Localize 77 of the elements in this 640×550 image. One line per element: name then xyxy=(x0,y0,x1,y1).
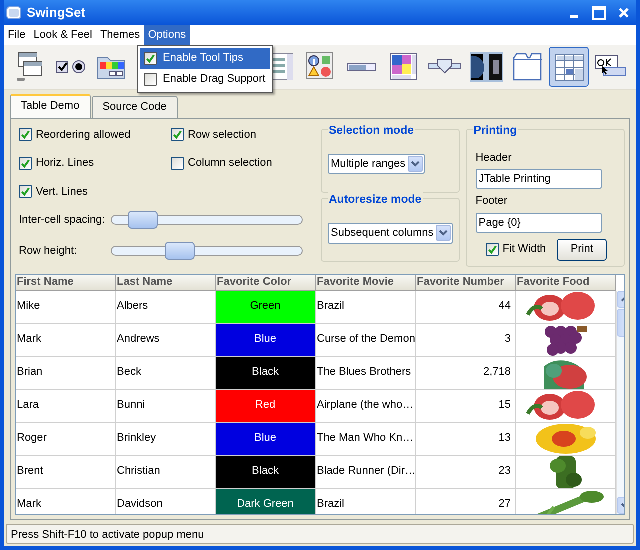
slider-thumb[interactable] xyxy=(128,211,158,230)
table-cell: 27 xyxy=(416,488,516,514)
table-cell: 3 xyxy=(416,324,516,356)
menu-item[interactable]: Themes xyxy=(96,25,144,45)
table-cell: Blade Runner (Dir… xyxy=(316,456,416,488)
tab[interactable]: Table Demo xyxy=(10,94,91,118)
checkbox-label: Vert. Lines xyxy=(36,184,88,200)
table-cell: Black xyxy=(216,356,316,390)
field-label: Footer xyxy=(476,194,509,209)
menu-item[interactable]: Look & Feel xyxy=(30,25,96,45)
caret-icon xyxy=(408,156,423,172)
checkbox-label: Column selection xyxy=(188,156,272,171)
column-header[interactable]: Favorite Movie xyxy=(316,274,416,290)
table-cell: Red xyxy=(216,390,316,422)
checkbox-radio-icon xyxy=(56,60,86,74)
table-cell: The Man Who Kn… xyxy=(316,422,416,456)
caret-icon xyxy=(436,225,451,242)
status-bar: Press Shift-F10 to activate popup menu xyxy=(6,524,634,544)
table-cell: Green xyxy=(216,290,316,324)
table-cell: 2,718 xyxy=(416,356,516,390)
input-field[interactable]: Page {0} xyxy=(476,212,602,232)
column-header[interactable]: Favorite Color xyxy=(216,274,316,290)
slider-label: Inter-cell spacing: xyxy=(19,213,106,228)
checkbox-label: Reordering allowed xyxy=(36,128,131,142)
menu-item[interactable]: Enable Tool Tips xyxy=(140,48,270,69)
checkbox[interactable] xyxy=(171,156,184,170)
input-field[interactable]: JTable Printing xyxy=(476,169,602,189)
close-button[interactable] xyxy=(619,8,629,18)
table-cell: Mike xyxy=(16,290,116,324)
slider-thumb[interactable] xyxy=(164,242,195,260)
table-cell: Mark xyxy=(16,324,116,356)
column-header[interactable]: First Name xyxy=(16,274,116,290)
field-label: Header xyxy=(476,150,513,166)
checkbox[interactable] xyxy=(19,128,32,142)
checkbox[interactable] xyxy=(171,128,184,142)
menu-item[interactable]: Enable Drag Support xyxy=(140,69,270,90)
checkbox-label: Fit Width xyxy=(502,242,546,258)
column-header[interactable]: Favorite Number xyxy=(416,274,516,290)
column-header[interactable]: Last Name xyxy=(116,274,216,290)
table-cell: Brian xyxy=(16,356,116,390)
table-cell: 13 xyxy=(416,422,516,456)
checkbox[interactable] xyxy=(19,185,32,198)
table-cell: Curse of the Demon xyxy=(316,324,416,356)
table-cell: 15 xyxy=(416,390,516,422)
window-icon xyxy=(6,6,22,20)
table-cell: Brent xyxy=(16,456,116,488)
table-cell: The Blues Brothers xyxy=(316,356,416,390)
checkbox[interactable] xyxy=(486,243,499,256)
column-header[interactable]: Favorite Food xyxy=(516,274,616,290)
checkbox[interactable] xyxy=(19,156,32,170)
progress-bar-icon xyxy=(347,62,378,72)
table-cell: 23 xyxy=(416,456,516,488)
checkbox[interactable] xyxy=(144,52,157,65)
dropdown[interactable]: Multiple ranges xyxy=(328,154,425,174)
dropdown[interactable]: Subsequent columns xyxy=(328,223,453,244)
split-pane-icon xyxy=(469,50,504,84)
checkbox-label: Row selection xyxy=(188,128,256,142)
table-cell: Dark Green xyxy=(216,488,316,514)
tab[interactable]: Source Code xyxy=(92,96,178,118)
table-cell: Lara xyxy=(16,390,116,422)
table-cell: Blue xyxy=(216,422,316,456)
maximize-button[interactable] xyxy=(592,6,606,20)
slider-label: Row height: xyxy=(19,244,78,258)
checkbox-label: Horiz. Lines xyxy=(36,156,94,171)
table-cell: Brazil xyxy=(316,488,416,514)
table-cell: Roger xyxy=(16,422,116,456)
table-cell: Airplane (the who… xyxy=(316,390,416,422)
table-cell: Blue xyxy=(216,324,316,356)
table-cell: 44 xyxy=(416,290,516,324)
table-cell: Brazil xyxy=(316,290,416,324)
menu-item[interactable]: Options xyxy=(144,25,190,45)
checkbox[interactable] xyxy=(144,73,157,86)
menu-item[interactable]: File xyxy=(4,25,30,45)
window-title: SwingSet xyxy=(27,4,87,22)
table-cell: Black xyxy=(216,456,316,488)
print-button[interactable]: Print xyxy=(557,238,608,260)
table-cell: Mark xyxy=(16,488,116,514)
